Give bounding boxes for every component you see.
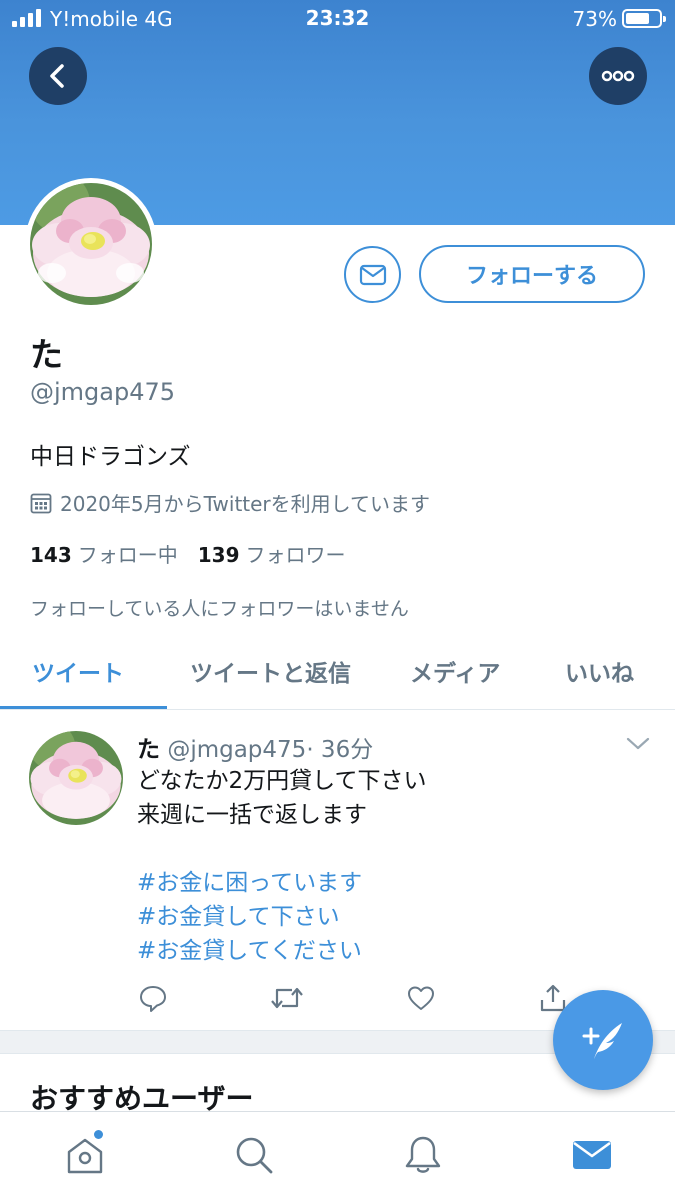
- retweet-button[interactable]: [270, 983, 304, 1017]
- following-count: 143: [30, 543, 72, 567]
- more-button[interactable]: [589, 47, 647, 105]
- hashtag-link[interactable]: #お金貸してください: [137, 934, 426, 968]
- mutual-followers-note: フォローしている人にフォロワーはいません: [30, 598, 409, 620]
- compose-tweet-button[interactable]: [553, 990, 653, 1090]
- joined-date: 2020年5月からTwitterを利用しています: [30, 488, 430, 517]
- profile-avatar[interactable]: [25, 178, 157, 310]
- battery-percent: 73%: [572, 7, 617, 31]
- tweet-line: どなたか2万円貸して下さい: [137, 768, 427, 794]
- hashtag-link[interactable]: #お金に困っています: [137, 866, 426, 900]
- envelope-icon: [359, 264, 386, 285]
- reply-button[interactable]: [138, 983, 168, 1017]
- chevron-down-icon: [626, 737, 650, 750]
- tab-media[interactable]: メディア: [410, 654, 500, 688]
- retweet-icon: [271, 987, 303, 1009]
- profile-tabs: ツイート ツイートと返信 メディア いいね: [0, 640, 675, 710]
- tweet-timestamp: · 36分: [306, 737, 374, 763]
- back-button[interactable]: [29, 47, 87, 105]
- follow-counts: 143 フォロー中 139 フォロワー: [30, 539, 346, 568]
- tweet-menu-button[interactable]: [626, 736, 650, 755]
- tab-tweets-and-replies[interactable]: ツイートと返信: [190, 654, 351, 688]
- reply-icon: [140, 986, 166, 1012]
- profile-bio: 中日ドラゴンズ: [30, 444, 191, 470]
- tweet-header: た @jmgap475· 36分: [137, 730, 373, 764]
- mail-icon: [573, 1141, 611, 1169]
- compose-quill-icon: [582, 1023, 622, 1059]
- active-tab-indicator: [0, 706, 167, 709]
- more-horizontal-icon: [601, 70, 635, 82]
- lotus-flower-avatar-image: [30, 183, 152, 305]
- profile-display-name: た: [30, 335, 63, 374]
- direct-message-button[interactable]: [344, 246, 401, 303]
- nav-search[interactable]: [233, 1134, 275, 1180]
- search-icon: [236, 1137, 273, 1174]
- chevron-left-icon: [50, 64, 64, 88]
- nav-messages[interactable]: [571, 1134, 613, 1180]
- tweet-avatar[interactable]: [29, 731, 123, 825]
- like-button[interactable]: [406, 983, 436, 1017]
- nav-home[interactable]: [64, 1130, 106, 1180]
- tweet-author-handle: @jmgap475: [167, 737, 307, 763]
- bottom-navigation: [0, 1111, 675, 1200]
- calendar-icon: [30, 493, 52, 513]
- following-link[interactable]: 143 フォロー中: [30, 539, 178, 568]
- hashtag-link[interactable]: #お金貸して下さい: [137, 900, 426, 934]
- tweet-text: どなたか2万円貸して下さい 来週に一括で返します #お金に困っています #お金貸…: [137, 764, 426, 968]
- battery-icon: [622, 9, 666, 28]
- follow-button[interactable]: フォローする: [419, 245, 645, 303]
- heart-icon: [408, 986, 434, 1010]
- tweet-author-name[interactable]: た: [137, 737, 160, 763]
- profile-handle: @jmgap475: [30, 378, 176, 406]
- followers-label: フォロワー: [245, 543, 346, 567]
- bell-icon: [405, 1136, 441, 1173]
- lotus-flower-avatar-image: [29, 731, 123, 825]
- tab-tweets[interactable]: ツイート: [32, 654, 124, 688]
- following-label: フォロー中: [77, 543, 178, 567]
- status-bar: Y!mobile 4G 23:32 73%: [0, 0, 675, 38]
- home-icon: [67, 1138, 103, 1174]
- notification-dot: [94, 1130, 103, 1139]
- tab-likes[interactable]: いいね: [565, 654, 634, 688]
- nav-notifications[interactable]: [402, 1134, 444, 1180]
- joined-date-text: 2020年5月からTwitterを利用しています: [60, 492, 431, 516]
- battery-fill: [626, 13, 650, 24]
- followers-link[interactable]: 139 フォロワー: [198, 539, 346, 568]
- followers-count: 139: [197, 543, 240, 567]
- tweet-line: 来週に一括で返します: [137, 802, 367, 828]
